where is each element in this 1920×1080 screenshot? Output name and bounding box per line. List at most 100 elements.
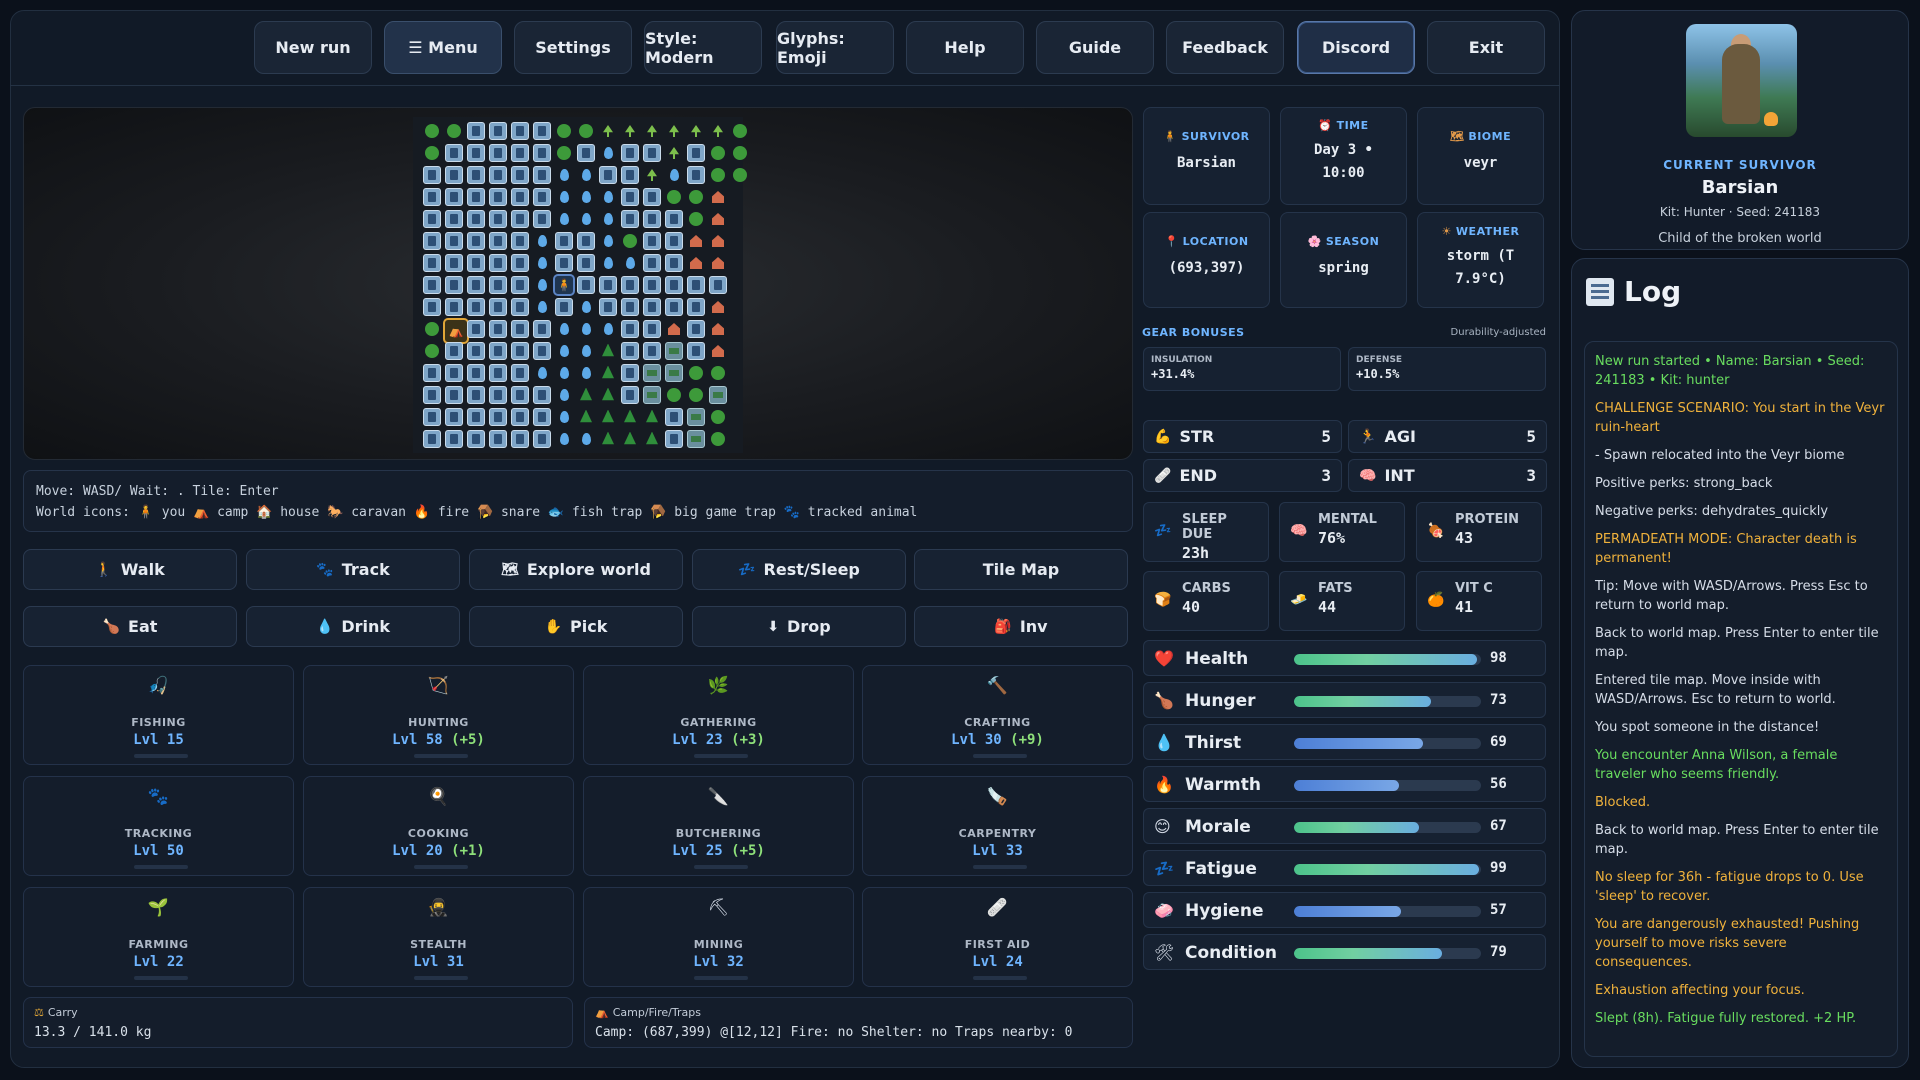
map-tile[interactable] bbox=[445, 408, 463, 426]
pick-button[interactable]: ✋ Pick bbox=[469, 606, 683, 647]
map-tile[interactable] bbox=[643, 386, 661, 404]
map-tile[interactable] bbox=[577, 408, 595, 426]
map-tile[interactable] bbox=[577, 210, 595, 228]
map-tile[interactable] bbox=[445, 144, 463, 162]
map-tile[interactable] bbox=[577, 122, 595, 140]
skill-fishing[interactable]: 🎣 FISHING Lvl 15 bbox=[23, 665, 294, 765]
map-tile[interactable] bbox=[643, 122, 661, 140]
map-tile[interactable] bbox=[511, 144, 529, 162]
map-tile[interactable] bbox=[687, 122, 705, 140]
map-tile[interactable] bbox=[489, 298, 507, 316]
map-tile[interactable] bbox=[533, 210, 551, 228]
map-tile[interactable] bbox=[511, 342, 529, 360]
map-tile[interactable] bbox=[489, 320, 507, 338]
map-tile[interactable] bbox=[445, 342, 463, 360]
map-tile[interactable] bbox=[709, 386, 727, 404]
map-tile[interactable] bbox=[621, 386, 639, 404]
map-tile[interactable] bbox=[445, 188, 463, 206]
inv-button[interactable]: 🎒 Inv bbox=[914, 606, 1128, 647]
map-tile[interactable] bbox=[555, 342, 573, 360]
tile-map-button[interactable]: Tile Map bbox=[914, 549, 1128, 590]
map-tile[interactable] bbox=[599, 144, 617, 162]
map-tile[interactable] bbox=[687, 298, 705, 316]
map-tile[interactable] bbox=[665, 364, 683, 382]
map-tile[interactable] bbox=[577, 232, 595, 250]
map-tile[interactable] bbox=[511, 254, 529, 272]
map-tile[interactable] bbox=[467, 232, 485, 250]
map-tile[interactable] bbox=[643, 188, 661, 206]
skill-butchering[interactable]: 🔪 BUTCHERING Lvl 25 (+5) bbox=[583, 776, 854, 876]
map-tile[interactable] bbox=[731, 166, 749, 184]
map-tile[interactable] bbox=[423, 254, 441, 272]
map-tile[interactable] bbox=[555, 254, 573, 272]
map-tile[interactable] bbox=[665, 144, 683, 162]
map-tile[interactable] bbox=[577, 254, 595, 272]
map-tile[interactable] bbox=[423, 188, 441, 206]
style-button[interactable]: Style: Modern bbox=[644, 21, 762, 74]
map-tile[interactable] bbox=[445, 276, 463, 294]
guide-button[interactable]: Guide bbox=[1036, 21, 1154, 74]
map-tile[interactable] bbox=[555, 232, 573, 250]
settings-button[interactable]: Settings bbox=[514, 21, 632, 74]
map-tile[interactable] bbox=[709, 320, 727, 338]
map-tile[interactable] bbox=[423, 320, 441, 338]
map-tile[interactable] bbox=[599, 254, 617, 272]
map-tile[interactable] bbox=[665, 254, 683, 272]
camp-tile[interactable]: ⛺ bbox=[443, 318, 469, 344]
map-tile[interactable] bbox=[621, 122, 639, 140]
map-tile[interactable] bbox=[445, 364, 463, 382]
map-tile[interactable] bbox=[643, 144, 661, 162]
map-tile[interactable] bbox=[555, 408, 573, 426]
map-tile[interactable] bbox=[643, 408, 661, 426]
drink-button[interactable]: 💧 Drink bbox=[246, 606, 460, 647]
map-tile[interactable] bbox=[511, 430, 529, 448]
map-tile[interactable] bbox=[467, 166, 485, 184]
map-tile[interactable] bbox=[665, 210, 683, 228]
map-tile[interactable] bbox=[423, 298, 441, 316]
eat-button[interactable]: 🍗 Eat bbox=[23, 606, 237, 647]
skill-stealth[interactable]: 🥷 STEALTH Lvl 31 bbox=[303, 887, 574, 987]
map-tile[interactable] bbox=[621, 430, 639, 448]
glyphs-button[interactable]: Glyphs: Emoji bbox=[776, 21, 894, 74]
map-tile[interactable] bbox=[643, 298, 661, 316]
map-tile[interactable] bbox=[709, 254, 727, 272]
map-tile[interactable] bbox=[489, 188, 507, 206]
map-tile[interactable] bbox=[555, 166, 573, 184]
map-tile[interactable] bbox=[511, 408, 529, 426]
map-tile[interactable] bbox=[709, 166, 727, 184]
map-tile[interactable] bbox=[577, 144, 595, 162]
map-tile[interactable] bbox=[599, 166, 617, 184]
map-tile[interactable] bbox=[511, 166, 529, 184]
skill-first-aid[interactable]: 🩹 FIRST AID Lvl 24 bbox=[862, 887, 1133, 987]
map-tile[interactable] bbox=[621, 408, 639, 426]
new-run-button[interactable]: New run bbox=[254, 21, 372, 74]
map-tile[interactable] bbox=[643, 364, 661, 382]
map-tile[interactable] bbox=[489, 408, 507, 426]
map-tile[interactable] bbox=[621, 210, 639, 228]
map-tile[interactable] bbox=[533, 342, 551, 360]
map-tile[interactable] bbox=[687, 430, 705, 448]
map-tile[interactable] bbox=[577, 166, 595, 184]
map-tile[interactable] bbox=[643, 166, 661, 184]
map-tile[interactable] bbox=[511, 232, 529, 250]
map-tile[interactable] bbox=[423, 166, 441, 184]
map-tile[interactable] bbox=[687, 210, 705, 228]
map-tile[interactable] bbox=[665, 342, 683, 360]
map-tile[interactable] bbox=[665, 298, 683, 316]
player-tile[interactable]: 🧍 bbox=[553, 274, 575, 296]
map-tile[interactable] bbox=[599, 364, 617, 382]
map-tile[interactable] bbox=[445, 298, 463, 316]
map-tile[interactable] bbox=[533, 298, 551, 316]
map-tile[interactable] bbox=[665, 276, 683, 294]
map-tile[interactable] bbox=[577, 320, 595, 338]
map-tile[interactable] bbox=[687, 364, 705, 382]
map-tile[interactable] bbox=[621, 364, 639, 382]
map-tile[interactable] bbox=[489, 254, 507, 272]
map-tile[interactable] bbox=[643, 210, 661, 228]
map-tile[interactable] bbox=[467, 276, 485, 294]
map-tile[interactable] bbox=[423, 386, 441, 404]
map-tile[interactable] bbox=[665, 386, 683, 404]
map-tile[interactable] bbox=[533, 276, 551, 294]
map-tile[interactable] bbox=[423, 276, 441, 294]
skill-farming[interactable]: 🌱 FARMING Lvl 22 bbox=[23, 887, 294, 987]
